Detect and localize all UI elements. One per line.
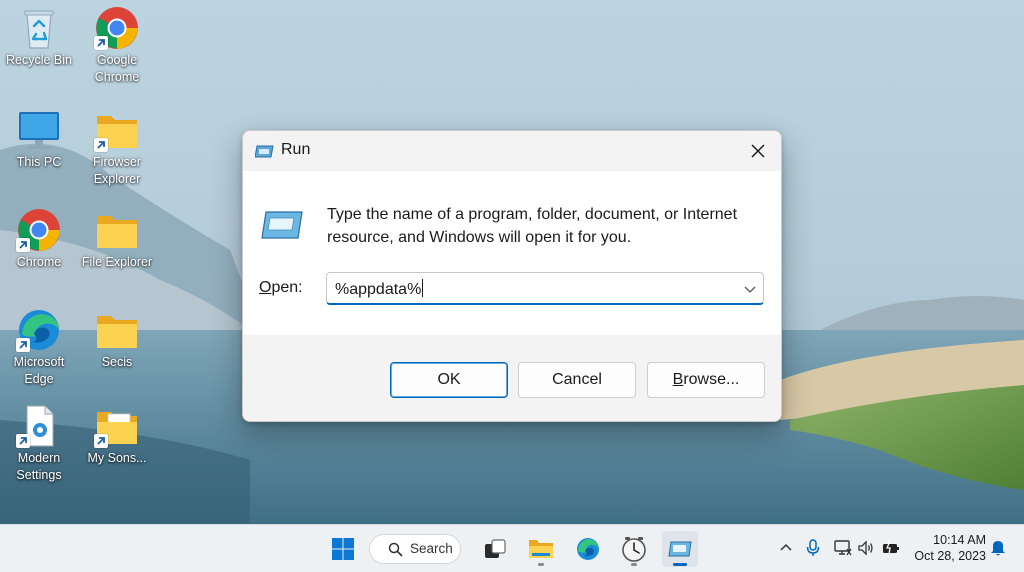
desktop-icon-secis[interactable]: Secis xyxy=(78,308,156,371)
edge-icon xyxy=(16,308,62,352)
folder-icon xyxy=(529,540,553,558)
run-dialog: Run Type the name of a program, folder, … xyxy=(242,130,782,422)
desktop-icon-label: This PC xyxy=(16,155,62,169)
taskbar-file-explorer[interactable] xyxy=(523,531,559,567)
run-title: Run xyxy=(281,141,311,158)
open-label: Open: xyxy=(259,279,303,297)
text-caret xyxy=(422,279,424,297)
shortcut-arrow-icon xyxy=(94,36,108,50)
desktop-icon-firowser-explorer[interactable]: Firowser Explorer xyxy=(78,108,156,188)
desktop-icon-modern-settings[interactable]: Modern Settings xyxy=(0,404,78,484)
taskbar-task-view[interactable] xyxy=(477,531,513,567)
run-program-icon xyxy=(261,209,305,241)
search-icon xyxy=(388,542,403,557)
desktop-icon-label: Secis xyxy=(101,355,133,369)
tray-volume[interactable] xyxy=(856,538,876,558)
windows-logo-icon xyxy=(332,538,354,560)
tray-notifications[interactable] xyxy=(988,538,1008,558)
taskbar-edge[interactable] xyxy=(570,531,606,567)
cancel-button[interactable]: Cancel xyxy=(518,362,636,398)
tray-overflow[interactable] xyxy=(776,538,796,558)
close-button[interactable] xyxy=(735,131,781,171)
tray-microphone[interactable] xyxy=(803,538,823,558)
dropdown-button[interactable] xyxy=(743,282,757,296)
bell-icon xyxy=(991,541,1005,556)
run-icon xyxy=(254,143,275,159)
shortcut-arrow-icon xyxy=(16,434,30,448)
clock-icon xyxy=(622,537,646,562)
tray-date: Oct 28, 2023 xyxy=(914,549,986,563)
shortcut-arrow-icon xyxy=(94,434,108,448)
running-indicator xyxy=(538,563,544,566)
close-icon xyxy=(751,144,765,158)
folder-icon xyxy=(94,404,140,448)
shortcut-arrow-icon xyxy=(94,138,108,152)
desktop-icon-my-sons[interactable]: My Sons... xyxy=(78,404,156,467)
folder-icon xyxy=(94,108,140,152)
desktop-icon-label: Modern Settings xyxy=(16,451,62,482)
running-indicator xyxy=(631,563,637,566)
desktop-icon-label: Google Chrome xyxy=(94,53,140,84)
tray-clock[interactable]: 10:14 AM Oct 28, 2023 xyxy=(908,532,986,564)
shortcut-arrow-icon xyxy=(16,238,30,252)
folder-icon xyxy=(94,208,140,252)
taskbar: Search 10:14 AM Oct 28, 2023 xyxy=(0,524,1024,572)
settings-file-icon xyxy=(16,404,62,448)
taskbar-clock-app[interactable] xyxy=(616,531,652,567)
browse-label: rowse... xyxy=(683,371,740,388)
edge-icon xyxy=(577,538,599,560)
desktop-icon-label: Microsoft Edge xyxy=(13,355,65,386)
desktop-icon-file-explorer[interactable]: File Explorer xyxy=(78,208,156,271)
run-icon xyxy=(668,541,692,557)
browse-button[interactable]: Browse... xyxy=(647,362,765,398)
desktop-icon-label: File Explorer xyxy=(81,255,153,269)
open-combobox[interactable]: %appdata% xyxy=(326,272,764,305)
desktop-icon-google-chrome[interactable]: Google Chrome xyxy=(78,6,156,86)
tray-network[interactable] xyxy=(833,538,853,558)
desktop-icon-recycle-bin[interactable]: Recycle Bin xyxy=(0,6,78,69)
chevron-up-icon xyxy=(780,543,792,551)
chrome-icon xyxy=(16,208,62,252)
desktop-icon-this-pc[interactable]: This PC xyxy=(0,108,78,171)
taskbar-run[interactable] xyxy=(662,531,698,567)
chevron-down-icon xyxy=(744,286,756,293)
tray-time: 10:14 AM xyxy=(933,533,986,547)
open-input-value: %appdata% xyxy=(335,281,422,298)
desktop-icon-chrome[interactable]: Chrome xyxy=(0,208,78,271)
ok-button[interactable]: OK xyxy=(390,362,508,398)
desktop-icon-label: Recycle Bin xyxy=(6,53,72,67)
chrome-icon xyxy=(94,6,140,50)
desktop-icon-label: Firowser Explorer xyxy=(93,155,141,186)
search-label: Search xyxy=(410,541,453,556)
run-description: Type the name of a program, folder, docu… xyxy=(327,206,738,246)
network-icon xyxy=(834,540,852,556)
open-input[interactable]: %appdata% xyxy=(335,279,424,299)
desktop-icon-label: My Sons... xyxy=(87,451,147,465)
desktop-icon-microsoft-edge[interactable]: Microsoft Edge xyxy=(0,308,78,388)
tray-battery[interactable] xyxy=(881,538,901,558)
recycle-bin-icon xyxy=(16,6,62,50)
desktop-icon-label: Chrome xyxy=(16,255,62,269)
shortcut-arrow-icon xyxy=(16,338,30,352)
open-label-mnemonic: O xyxy=(259,279,272,296)
run-body: Type the name of a program, folder, docu… xyxy=(243,171,781,335)
active-indicator xyxy=(673,563,687,566)
microphone-icon xyxy=(806,539,820,556)
start-button[interactable] xyxy=(325,531,361,567)
browse-mnemonic: B xyxy=(672,371,684,388)
task-view-icon xyxy=(485,539,506,558)
taskbar-search[interactable]: Search xyxy=(369,534,461,564)
run-footer: OK Cancel Browse... xyxy=(243,335,781,421)
monitor-icon xyxy=(16,108,62,152)
battery-icon xyxy=(883,540,899,555)
folder-icon xyxy=(94,308,140,352)
run-titlebar[interactable]: Run xyxy=(243,131,781,171)
speaker-icon xyxy=(858,540,873,556)
open-label-text: pen: xyxy=(271,279,303,296)
